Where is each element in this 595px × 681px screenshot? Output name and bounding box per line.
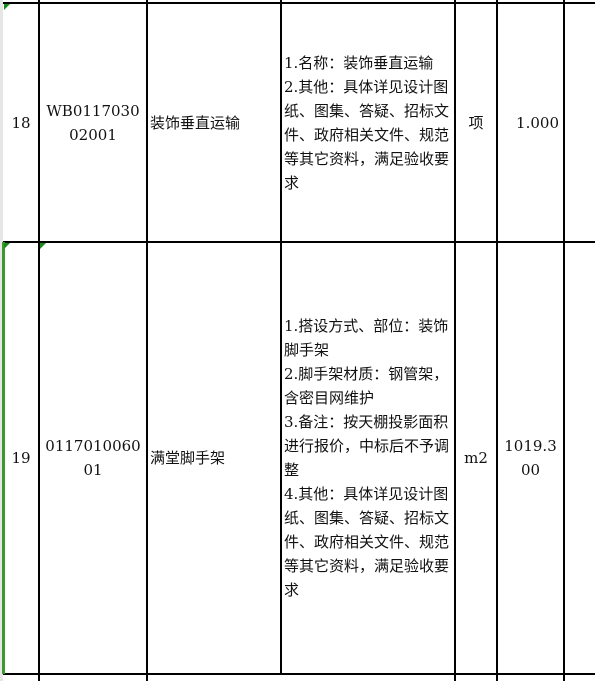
description-line: 1.搭设方式、部位：装饰脚手架 [284, 317, 449, 359]
gridline [563, 0, 565, 681]
unit-cell[interactable]: 项 [456, 4, 496, 241]
gridline [280, 0, 282, 674]
row-number-cell[interactable]: 19 [4, 243, 38, 673]
unit-cell[interactable]: m2 [456, 243, 496, 673]
code-cell[interactable]: 011701006001 [40, 243, 146, 673]
description-line: 1.名称：装饰垂直运输 [284, 53, 434, 72]
code-cell[interactable]: WB011703002001 [40, 4, 146, 241]
description-cell[interactable]: 1.名称：装饰垂直运输 2.其他：具体详见设计图纸、图集、答疑、招标文件、政府相… [284, 4, 452, 241]
name-cell[interactable]: 装饰垂直运输 [150, 4, 280, 241]
description-line: 3.备注：按天棚投影面积进行报价，中标后不予调整 [284, 413, 450, 479]
description-line: 4.其他：具体详见设计图纸、图集、答疑、招标文件、政府相关文件、规范等其它资料，… [284, 485, 450, 599]
gridline [146, 0, 148, 681]
name-cell[interactable]: 满堂脚手架 [150, 243, 280, 673]
gridline [3, 673, 595, 675]
quantity-cell[interactable]: 1019.300 [498, 243, 563, 673]
description-line: 2.其他：具体详见设计图纸、图集、答疑、招标文件、政府相关文件、规范等其它资料，… [284, 77, 450, 192]
row-number-cell[interactable]: 18 [4, 4, 38, 241]
quantity-cell[interactable]: 1.000 [498, 4, 563, 241]
description-line: 2.脚手架材质：钢管架，含密目网维护 [284, 365, 449, 407]
description-cell[interactable]: 1.搭设方式、部位：装饰脚手架 2.脚手架材质：钢管架，含密目网维护 3.备注：… [284, 243, 452, 673]
